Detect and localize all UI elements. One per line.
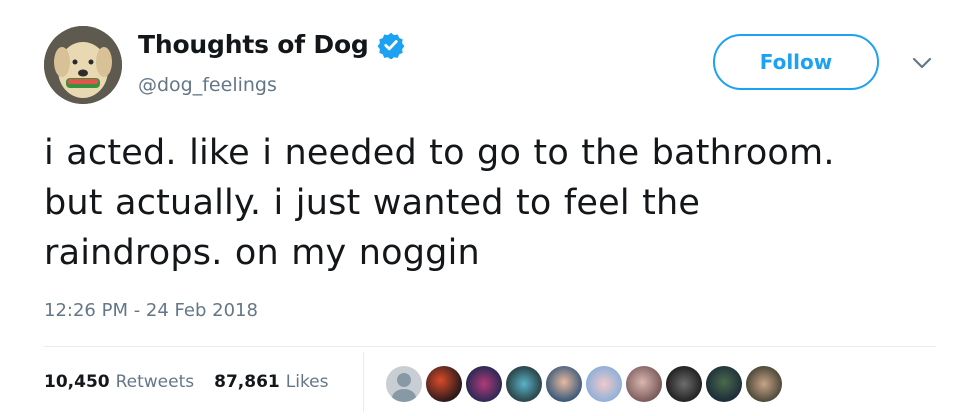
tweet-line: i acted. like i needed to go to the bath… (44, 133, 835, 173)
divider (44, 346, 936, 347)
tweet-line: but actually. i just wanted to feel the (44, 183, 701, 223)
display-name[interactable]: Thoughts of Dog (138, 30, 369, 59)
dog-avatar-icon (44, 26, 122, 104)
liker-avatar[interactable] (666, 366, 702, 402)
like-label[interactable]: Likes (286, 372, 329, 392)
liker-avatars (386, 366, 782, 402)
liker-avatar[interactable] (626, 366, 662, 402)
liker-avatar[interactable] (706, 366, 742, 402)
user-name-row: Thoughts of Dog (138, 30, 405, 59)
retweet-label[interactable]: Retweets (116, 372, 195, 392)
retweet-count[interactable]: 10,450 (44, 372, 110, 392)
liker-avatar[interactable] (386, 366, 422, 402)
default-profile-icon (392, 373, 416, 402)
tweet-text: i acted. like i needed to go to the bath… (44, 128, 944, 278)
stats-separator (363, 352, 364, 412)
verified-badge-icon (377, 32, 405, 59)
liker-avatar[interactable] (586, 366, 622, 402)
liker-avatar[interactable] (426, 366, 462, 402)
tweet-timestamp[interactable]: 12:26 PM - 24 Feb 2018 (44, 300, 258, 321)
avatar[interactable] (44, 26, 122, 104)
liker-avatar[interactable] (546, 366, 582, 402)
liker-avatar[interactable] (466, 366, 502, 402)
chevron-down-icon[interactable] (911, 56, 933, 70)
tweet-stats: 10,450 Retweets 87,861 Likes (44, 372, 349, 392)
liker-avatar[interactable] (746, 366, 782, 402)
like-count[interactable]: 87,861 (214, 372, 280, 392)
liker-avatar[interactable] (506, 366, 542, 402)
follow-button[interactable]: Follow (713, 34, 879, 90)
user-handle[interactable]: @dog_feelings (138, 74, 277, 96)
tweet-line: raindrops. on my noggin (44, 233, 480, 273)
